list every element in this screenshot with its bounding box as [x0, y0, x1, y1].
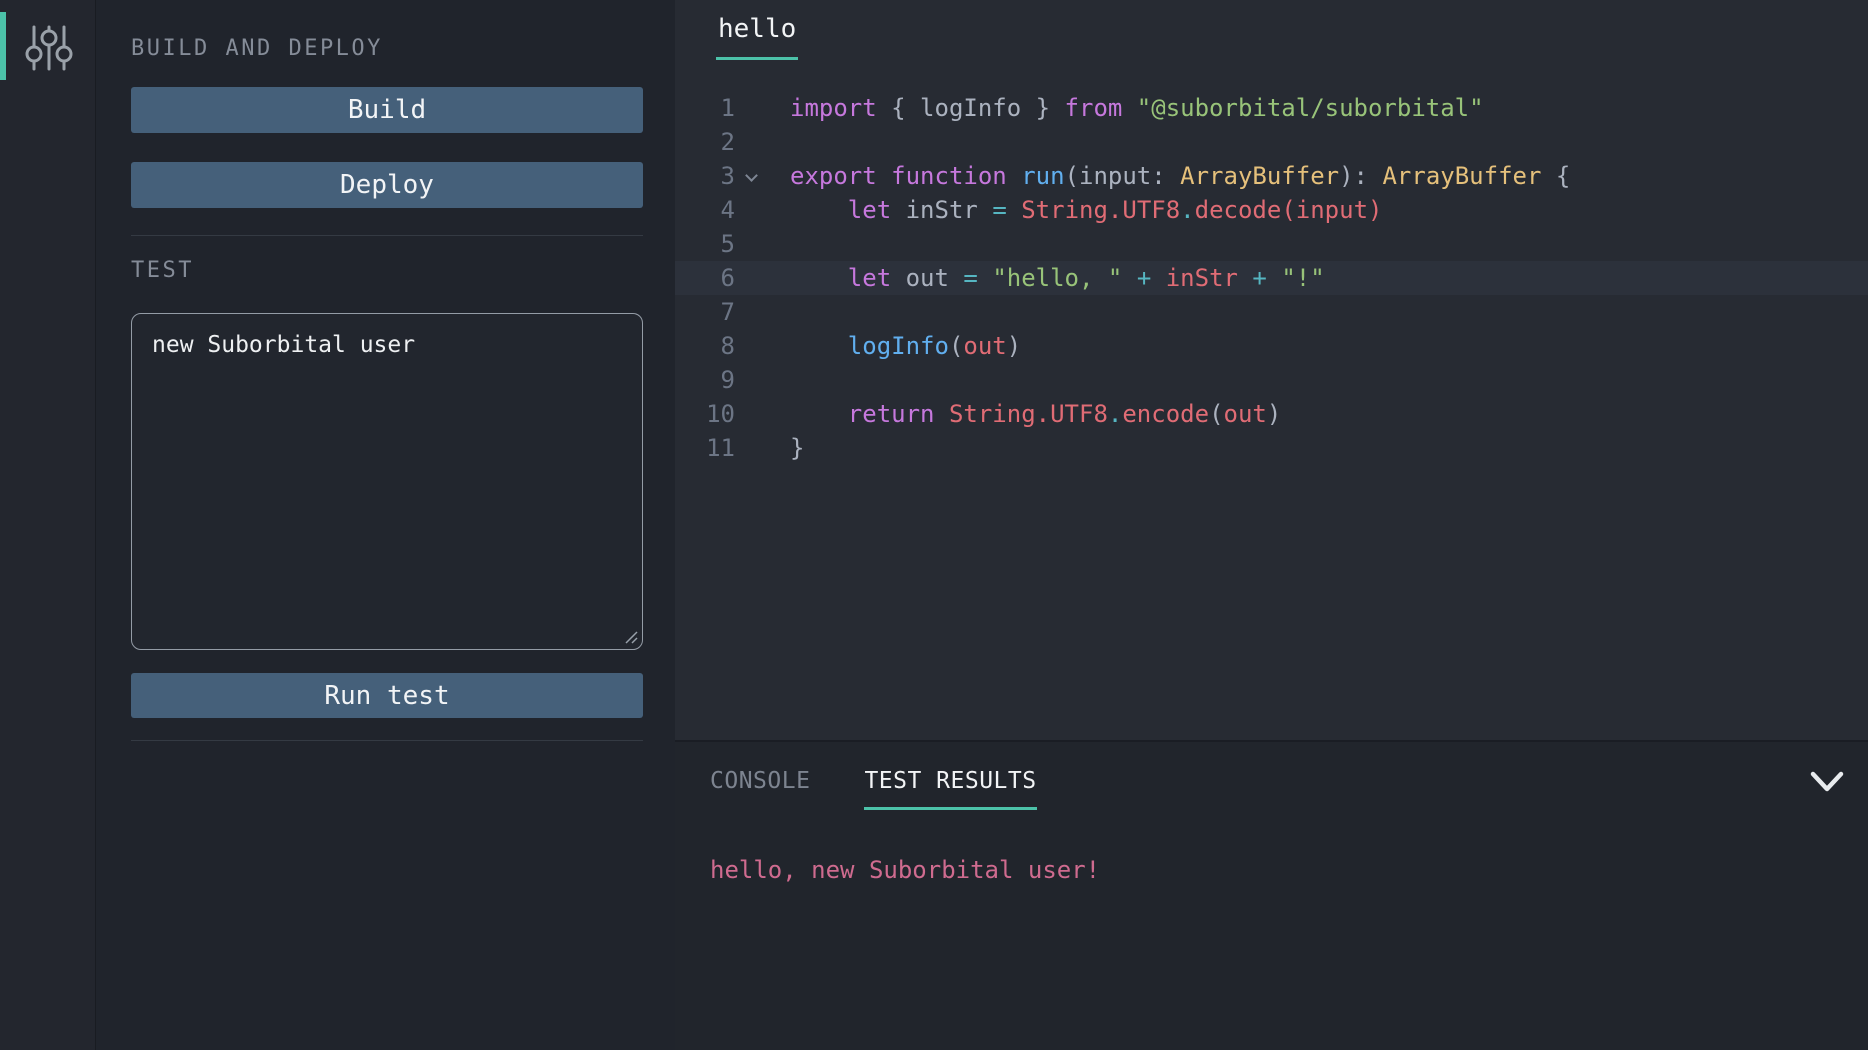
section-divider: [131, 740, 643, 741]
code-line-5[interactable]: 5: [675, 227, 1868, 261]
test-input-wrapper: new Suborbital user: [131, 313, 643, 650]
fold-chevron-icon[interactable]: [745, 169, 758, 182]
line-number: 4: [675, 193, 735, 227]
test-section-label: TEST: [131, 258, 643, 283]
code-line-3[interactable]: 3 export function run(input: ArrayBuffer)…: [675, 159, 1868, 193]
line-number: 2: [675, 125, 735, 159]
code-line-7[interactable]: 7: [675, 295, 1868, 329]
console-panel: CONSOLE TEST RESULTS hello, new Suborbita…: [675, 740, 1868, 1050]
code-area[interactable]: 1 import { logInfo } from "@suborbital/su…: [675, 91, 1868, 740]
build-button[interactable]: Build: [131, 87, 643, 133]
line-number: 6: [675, 261, 735, 295]
code-line-10[interactable]: 10 return String.UTF8.encode(out): [675, 397, 1868, 431]
code-line-4[interactable]: 4 let inStr = String.UTF8.decode(input): [675, 193, 1868, 227]
code-editor: hello 1 import { logInfo } from "@suborbi…: [675, 0, 1868, 740]
code-text: let inStr = String.UTF8.decode(input): [790, 193, 1382, 227]
code-line-9[interactable]: 9: [675, 363, 1868, 397]
app-root: BUILD AND DEPLOY Build Deploy TEST new S…: [0, 0, 1868, 1050]
test-input[interactable]: new Suborbital user: [131, 313, 643, 650]
editor-tabbar: hello: [675, 0, 1868, 60]
code-line-6[interactable]: 6 let out = "hello, " + inStr + "!": [675, 261, 1868, 295]
test-output: hello, new Suborbital user!: [710, 856, 1868, 884]
build-deploy-panel: BUILD AND DEPLOY Build Deploy TEST new S…: [97, 0, 675, 1050]
line-number: 10: [675, 397, 735, 431]
console-tab-test-results[interactable]: TEST RESULTS: [864, 768, 1036, 810]
code-line-11[interactable]: 11}: [675, 431, 1868, 465]
sliders-icon: [23, 23, 75, 73]
line-number: 11: [675, 431, 735, 465]
section-divider: [131, 235, 643, 236]
line-number: 5: [675, 227, 735, 261]
build-section-label: BUILD AND DEPLOY: [131, 36, 643, 61]
editor-column: hello 1 import { logInfo } from "@suborbi…: [675, 0, 1868, 1050]
chevron-down-icon: [1809, 770, 1845, 794]
icon-sidebar: [0, 0, 96, 1050]
code-text: logInfo(out): [790, 329, 1021, 363]
build-settings-button[interactable]: [20, 20, 78, 76]
console-tabbar: CONSOLE TEST RESULTS: [675, 742, 1868, 810]
line-number: 8: [675, 329, 735, 363]
console-tab-console[interactable]: CONSOLE: [710, 768, 810, 810]
line-number: 9: [675, 363, 735, 397]
code-text: import { logInfo } from "@suborbital/sub…: [790, 91, 1484, 125]
code-line-2[interactable]: 2: [675, 125, 1868, 159]
tab-hello[interactable]: hello: [716, 14, 798, 60]
code-text: }: [790, 431, 804, 465]
code-text: return String.UTF8.encode(out): [790, 397, 1281, 431]
code-line-8[interactable]: 8 logInfo(out): [675, 329, 1868, 363]
line-number: 3: [675, 159, 735, 193]
run-test-button[interactable]: Run test: [131, 673, 643, 718]
line-number: 7: [675, 295, 735, 329]
line-number: 1: [675, 91, 735, 125]
active-section-accent-bar: [0, 12, 6, 80]
code-text: let out = "hello, " + inStr + "!": [790, 261, 1325, 295]
collapse-panel-button[interactable]: [1808, 766, 1846, 798]
code-text: export function run(input: ArrayBuffer):…: [790, 159, 1570, 193]
code-line-1[interactable]: 1 import { logInfo } from "@suborbital/su…: [675, 91, 1868, 125]
deploy-button[interactable]: Deploy: [131, 162, 643, 208]
